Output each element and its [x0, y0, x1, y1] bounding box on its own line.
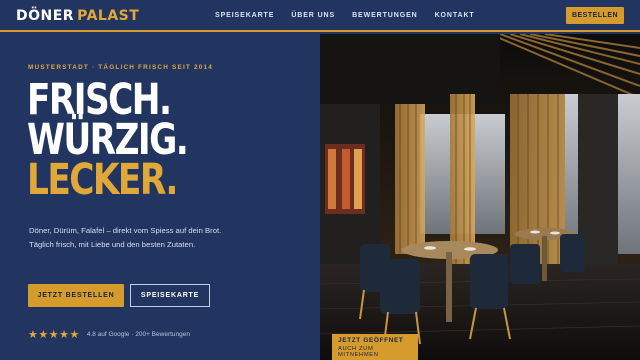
site-header: DÖNER PALAST SPEISEKARTE ÜBER UNS BEWERTU… [0, 0, 640, 32]
rating-summary: ★★★★★ 4.8 auf Google · 200+ Bewertungen [28, 328, 190, 341]
headline-line-3: LECKER. [27, 155, 178, 205]
brand-name-part1: DÖNER [16, 8, 75, 24]
hero-description: Döner, Dürüm, Falafel – direkt vom Spies… [29, 226, 222, 249]
brand-name-part2: PALAST [77, 8, 140, 24]
headline-line-2: WÜRZIG. [27, 115, 189, 165]
nav-link-bewertungen[interactable]: BEWERTUNGEN [352, 12, 418, 19]
menu-button[interactable]: SPEISEKARTE [130, 284, 210, 307]
order-button-header[interactable]: BESTELLEN [566, 7, 624, 24]
nav-link-kontakt[interactable]: KONTAKT [435, 12, 475, 19]
hero-headline: FRISCH. WÜRZIG. LECKER. [27, 75, 189, 205]
badge-title: JETZT GEÖFFNET [338, 337, 404, 344]
hero-content: MUSTERSTADT · TÄGLICH FRISCH SEIT 2014 F… [0, 34, 320, 360]
main-nav: SPEISEKARTE ÜBER UNS BEWERTUNGEN KONTAKT [215, 12, 475, 19]
order-now-button[interactable]: JETZT BESTELLEN [28, 284, 124, 307]
rating-text: 4.8 auf Google · 200+ Bewertungen [86, 331, 190, 338]
nav-link-speisekarte[interactable]: SPEISEKARTE [215, 12, 274, 19]
brand-logo[interactable]: DÖNER PALAST [16, 8, 139, 24]
headline-line-1: FRISCH. [27, 75, 172, 125]
badge-subtitle: AUCH ZUM MITNEHMEN [338, 346, 379, 358]
nav-link-ueber-uns[interactable]: ÜBER UNS [291, 12, 335, 19]
hero-eyebrow: MUSTERSTADT · TÄGLICH FRISCH SEIT 2014 [28, 64, 214, 71]
star-rating-icon: ★★★★★ [28, 329, 80, 341]
interior-illustration [320, 34, 640, 360]
open-now-badge: JETZT GEÖFFNET AUCH ZUM MITNEHMEN [332, 334, 418, 360]
restaurant-interior-photo [320, 34, 640, 360]
